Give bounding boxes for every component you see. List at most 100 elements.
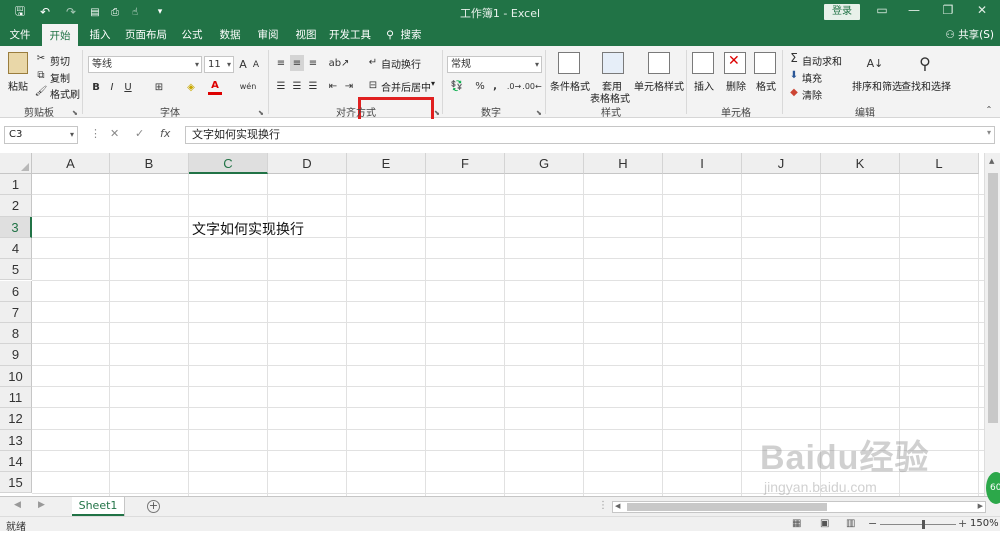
- row-header[interactable]: 12: [0, 408, 32, 430]
- row-header[interactable]: 13: [0, 429, 32, 451]
- page-break-view-icon[interactable]: ▥: [846, 518, 855, 529]
- wrap-text-button[interactable]: 自动换行: [381, 56, 421, 71]
- row-header[interactable]: 10: [0, 365, 32, 387]
- zoom-in-icon[interactable]: +: [958, 517, 967, 530]
- merge-center-icon[interactable]: ⊟: [366, 78, 380, 92]
- paste-icon[interactable]: [8, 52, 28, 74]
- cut-button[interactable]: 剪切: [50, 53, 70, 68]
- close-icon[interactable]: ✕: [972, 3, 992, 17]
- align-top-icon[interactable]: ≡: [274, 56, 288, 70]
- cell-styles-icon[interactable]: [648, 52, 670, 74]
- row-header[interactable]: 3: [0, 216, 32, 238]
- row-header[interactable]: 8: [0, 323, 32, 345]
- zoom-slider-thumb[interactable]: [922, 520, 925, 529]
- number-launcher-icon[interactable]: ⬊: [536, 109, 542, 117]
- sheet-tab[interactable]: Sheet1: [72, 497, 124, 516]
- ribbon-display-icon[interactable]: ▭: [872, 3, 892, 17]
- cell-c3[interactable]: 文字如何实现换行: [192, 219, 304, 239]
- scissors-icon[interactable]: ✂: [34, 51, 48, 65]
- split-handle-icon[interactable]: ⋮: [598, 500, 608, 511]
- expand-formula-icon[interactable]: ▾: [987, 128, 991, 137]
- column-header[interactable]: D: [268, 153, 347, 174]
- delete-cells-icon[interactable]: ✕: [724, 52, 746, 74]
- row-header[interactable]: 4: [0, 237, 32, 260]
- cell-styles-button[interactable]: 单元格样式: [634, 78, 684, 93]
- sigma-icon[interactable]: Σ: [788, 51, 800, 65]
- decrease-decimal-icon[interactable]: .00←: [522, 79, 541, 93]
- fill-down-icon[interactable]: ⬇: [788, 68, 800, 82]
- tab-data[interactable]: 数据: [214, 24, 246, 46]
- row-header[interactable]: 7: [0, 301, 32, 324]
- normal-view-icon[interactable]: ▦: [792, 518, 801, 529]
- merge-center-button[interactable]: 合并后居中: [381, 79, 431, 94]
- horizontal-scrollbar[interactable]: ◀ ▶: [612, 501, 986, 513]
- find-select-icon[interactable]: ⚲: [914, 52, 936, 74]
- accounting-icon[interactable]: 💱: [448, 79, 466, 93]
- format-cells-button[interactable]: 格式: [756, 78, 776, 93]
- tab-file[interactable]: 文件: [4, 24, 36, 46]
- tab-home[interactable]: 开始: [42, 24, 78, 46]
- delete-cells-button[interactable]: 删除: [726, 78, 746, 93]
- format-cells-icon[interactable]: [754, 52, 776, 74]
- vertical-scroll-thumb[interactable]: [988, 173, 998, 423]
- tab-page-layout[interactable]: 页面布局: [122, 24, 170, 46]
- row-header[interactable]: 15: [0, 472, 32, 494]
- format-painter-icon[interactable]: 🖌: [34, 84, 48, 98]
- underline-button[interactable]: U: [122, 80, 134, 94]
- format-painter-button[interactable]: 格式刷: [50, 86, 80, 101]
- wrap-text-icon[interactable]: ↵: [366, 55, 380, 69]
- font-color-icon[interactable]: A: [208, 79, 222, 95]
- format-table-icon[interactable]: [602, 52, 624, 74]
- next-sheet-icon[interactable]: ▶: [38, 500, 45, 510]
- italic-button[interactable]: I: [106, 80, 118, 94]
- column-header[interactable]: G: [505, 153, 584, 174]
- decrease-font-icon[interactable]: A: [250, 58, 262, 72]
- alignment-launcher-icon[interactable]: ⬊: [434, 109, 440, 117]
- page-layout-view-icon[interactable]: ▣: [820, 518, 829, 529]
- tab-insert[interactable]: 插入: [84, 24, 116, 46]
- find-select-button[interactable]: 查找和选择: [901, 78, 951, 93]
- restore-icon[interactable]: ❐: [938, 3, 958, 17]
- share-button[interactable]: ⚇ 共享(S): [945, 24, 994, 46]
- merge-dropdown-icon[interactable]: ▾: [431, 79, 435, 88]
- tab-view[interactable]: 视图: [290, 24, 322, 46]
- row-header[interactable]: 5: [0, 259, 32, 281]
- insert-cells-button[interactable]: 插入: [694, 78, 714, 93]
- bold-button[interactable]: B: [90, 80, 102, 94]
- eraser-icon[interactable]: ◆: [788, 85, 800, 99]
- zoom-level[interactable]: 150%: [970, 518, 999, 529]
- column-header[interactable]: K: [821, 153, 900, 174]
- column-header[interactable]: L: [900, 153, 979, 174]
- autosum-button[interactable]: 自动求和: [802, 53, 842, 68]
- column-header[interactable]: F: [426, 153, 505, 174]
- scroll-right-icon[interactable]: ▶: [978, 502, 983, 510]
- font-size-select[interactable]: 11 ▾: [204, 56, 234, 73]
- formula-input[interactable]: 文字如何实现换行: [185, 126, 995, 144]
- row-header[interactable]: 14: [0, 450, 32, 473]
- cancel-icon[interactable]: ✕: [110, 127, 119, 140]
- border-icon[interactable]: ⊞: [152, 80, 166, 94]
- select-all-corner[interactable]: [0, 153, 32, 174]
- drag-handle-icon[interactable]: ⋮: [90, 127, 101, 140]
- row-header[interactable]: 6: [0, 280, 32, 302]
- copy-icon[interactable]: ⧉: [34, 68, 48, 82]
- align-middle-icon[interactable]: ≡: [290, 55, 304, 71]
- insert-function-icon[interactable]: fx: [160, 127, 170, 140]
- phonetic-icon[interactable]: wén: [240, 78, 257, 94]
- align-left-icon[interactable]: ☰: [274, 79, 288, 93]
- enter-icon[interactable]: ✓: [135, 127, 144, 140]
- copy-button[interactable]: 复制: [50, 70, 70, 85]
- row-header[interactable]: 9: [0, 344, 32, 366]
- increase-decimal-icon[interactable]: .0→: [506, 79, 522, 93]
- name-box[interactable]: C3 ▾: [4, 126, 78, 144]
- decrease-indent-icon[interactable]: ⇤: [326, 79, 340, 93]
- row-header[interactable]: 1: [0, 174, 32, 196]
- column-header[interactable]: H: [584, 153, 663, 174]
- number-format-select[interactable]: 常规 ▾: [447, 56, 542, 73]
- orientation-icon[interactable]: ab↗: [329, 56, 350, 70]
- login-button[interactable]: 登录: [824, 4, 860, 20]
- conditional-format-button[interactable]: 条件格式: [550, 78, 590, 93]
- comma-button[interactable]: ,: [490, 79, 500, 93]
- align-bottom-icon[interactable]: ≡: [306, 56, 320, 70]
- tab-formulas[interactable]: 公式: [176, 24, 208, 46]
